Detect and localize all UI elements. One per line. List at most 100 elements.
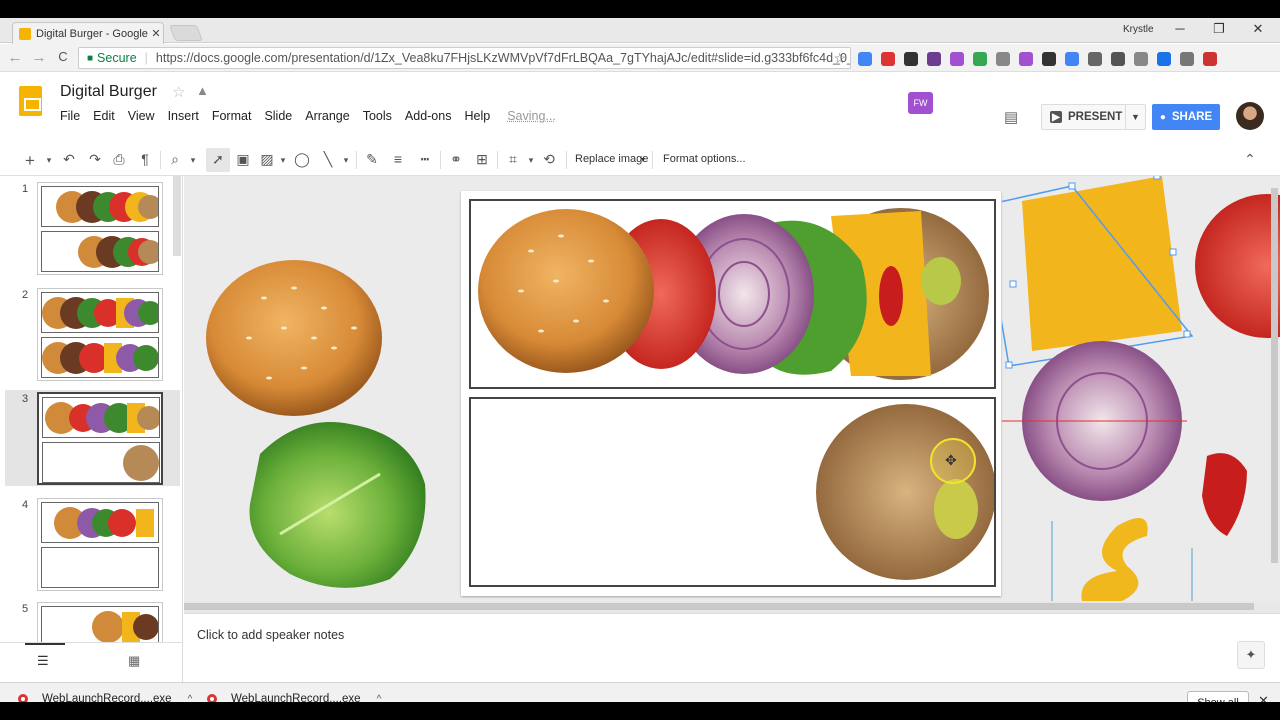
format-options-button[interactable]: Format options... [663,153,746,165]
text-box-icon[interactable]: ▣ [234,151,252,168]
profile-name[interactable]: Krystle [1123,24,1154,35]
reload-button[interactable]: C [54,49,72,64]
link-icon[interactable]: ⚭ [447,151,465,168]
browser-extension-icon[interactable] [1111,52,1125,66]
add-comment-icon[interactable]: ⊞ [473,151,491,168]
menu-view[interactable]: View [128,109,155,123]
present-dropdown-icon[interactable]: ▼ [1125,105,1145,129]
border-dash-icon[interactable]: ┅ [416,151,434,168]
browser-tab[interactable]: Digital Burger - Google S ✕ [12,22,164,44]
minimize-button[interactable]: ─ [1170,21,1190,36]
browser-extension-icon[interactable] [1180,52,1194,66]
browser-extension-icon[interactable] [996,52,1010,66]
speaker-notes-placeholder[interactable]: Click to add speaker notes [197,628,344,642]
menu-arrange[interactable]: Arrange [305,109,349,123]
browser-extension-icon[interactable] [858,52,872,66]
browser-extension-icon[interactable] [927,52,941,66]
document-title[interactable]: Digital Burger [60,83,157,101]
crop-dropdown-icon[interactable]: ▾ [522,155,540,166]
menu-insert[interactable]: Insert [168,109,199,123]
star-icon[interactable]: ☆ [172,83,185,101]
download-item[interactable]: WebLaunchRecord....exe ^ [18,693,192,702]
replace-image-dropdown-icon[interactable]: ▾ [641,155,645,164]
top-bun-image[interactable] [204,258,384,420]
select-cursor-icon[interactable]: ➚ [209,151,227,168]
burger-stack-image[interactable] [471,201,994,387]
restore-button[interactable]: ❐ [1209,21,1229,37]
slide-thumbnail-1[interactable]: 1 [5,180,180,276]
current-slide[interactable] [461,191,1001,596]
undo-icon[interactable]: ↶ [60,151,78,168]
crop-icon[interactable]: ⌗ [504,151,522,168]
close-shelf-icon[interactable]: ✕ [1258,693,1269,702]
border-color-icon[interactable]: ✎ [363,151,381,168]
drive-icon[interactable]: ▲ [196,83,209,98]
present-button[interactable]: ▶ PRESENT ▼ [1041,104,1146,130]
shape-icon[interactable]: ◯ [293,151,311,168]
collapse-toolbar-icon[interactable]: ⌃ [1241,151,1259,168]
menu-format[interactable]: Format [212,109,252,123]
print-icon[interactable]: ⎙ [110,151,128,168]
line-dropdown-icon[interactable]: ▾ [337,155,355,166]
burger-frame-bottom[interactable] [469,397,996,587]
grid-view-icon[interactable]: ▦ [128,653,140,669]
bookmark-star-icon[interactable]: ☆ [833,50,846,67]
menu-tools[interactable]: Tools [363,109,392,123]
browser-extension-icon[interactable] [1065,52,1079,66]
list-view-icon[interactable]: ☰ [37,653,49,669]
browser-extension-icon[interactable] [1134,52,1148,66]
download-menu-icon[interactable]: ^ [377,694,382,703]
omnibox[interactable]: ■ Secure | https://docs.google.com/prese… [78,47,851,69]
menu-help[interactable]: Help [464,109,490,123]
forward-button[interactable]: → [30,49,48,66]
tab-close-icon[interactable]: ✕ [149,27,163,40]
lettuce-image[interactable] [240,414,430,594]
image-dropdown-icon[interactable]: ▾ [274,155,292,166]
zoom-dropdown-icon[interactable]: ▾ [184,155,202,166]
comments-icon[interactable]: ▤ [1004,108,1018,126]
new-tab-button[interactable] [169,25,203,41]
browser-extension-icon[interactable] [1203,52,1217,66]
menu-slide[interactable]: Slide [264,109,292,123]
browser-extension-icon[interactable] [1019,52,1033,66]
browser-extension-icon[interactable] [881,52,895,66]
fw-extension-badge[interactable]: FW [908,92,933,114]
menu-edit[interactable]: Edit [93,109,115,123]
download-menu-icon[interactable]: ^ [188,694,193,703]
slide-thumbnail-2[interactable]: 2 [5,286,180,382]
close-window-button[interactable]: ✕ [1248,21,1268,37]
reset-image-icon[interactable]: ⟲ [540,151,558,168]
bottom-bun-image[interactable] [471,399,994,585]
url-text[interactable]: https://docs.google.com/presentation/d/1… [156,51,850,65]
slide-thumbnail-4[interactable]: 4 [5,496,180,592]
browser-extension-icon[interactable] [950,52,964,66]
horizontal-scrollbar[interactable] [184,601,1280,613]
menu-file[interactable]: File [60,109,80,123]
browser-extension-icon[interactable] [904,52,918,66]
explore-icon[interactable]: ✦ [1237,641,1265,669]
line-icon[interactable]: ╲ [319,151,337,168]
replace-image-button[interactable]: Replace image [575,153,648,165]
browser-extension-icon[interactable] [1157,52,1171,66]
slides-logo-icon[interactable] [19,86,42,116]
border-weight-icon[interactable]: ≡ [389,151,407,167]
filmstrip-scrollbar[interactable] [173,176,181,256]
back-button[interactable]: ← [6,49,24,66]
scrollbar-thumb[interactable] [184,603,1254,610]
browser-extension-icon[interactable] [973,52,987,66]
show-all-button[interactable]: Show all [1187,691,1249,702]
speaker-notes-panel[interactable]: Click to add speaker notes ✦ [184,613,1280,683]
browser-extension-icon[interactable] [1088,52,1102,66]
browser-extension-icon[interactable] [1042,52,1056,66]
redo-icon[interactable]: ↷ [86,151,104,168]
new-slide-icon[interactable]: + [21,151,39,171]
avatar[interactable] [1236,102,1264,130]
burger-frame-top[interactable] [469,199,996,389]
vertical-scrollbar[interactable] [1271,188,1278,563]
zoom-icon[interactable]: ⌕ [166,151,184,168]
paint-format-icon[interactable]: ¶ [136,151,154,167]
download-item[interactable]: WebLaunchRecord....exe ^ [207,693,381,702]
share-button[interactable]: ● SHARE [1152,104,1220,130]
menu-add-ons[interactable]: Add-ons [405,109,452,123]
slide-thumbnail-3[interactable]: 3 [5,390,180,486]
